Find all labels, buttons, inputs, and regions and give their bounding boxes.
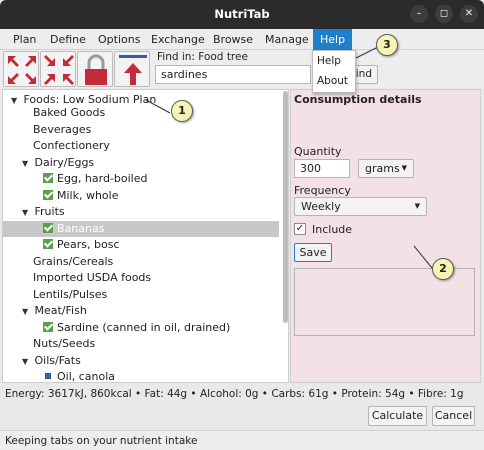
unit-select[interactable]: grams ▼ [358, 159, 414, 178]
include-checkbox[interactable]: ✓ [294, 223, 306, 235]
cancel-button[interactable]: Cancel [432, 406, 475, 426]
tree-item-label: Meat/Fish [34, 304, 87, 317]
tree-item-label: Milk, whole [57, 189, 119, 202]
unit-value: grams [365, 162, 400, 175]
lock-button[interactable] [77, 51, 113, 87]
menu-options[interactable]: Options [91, 29, 147, 50]
tree-item-label: Bananas [57, 222, 105, 235]
move-to-top-button[interactable] [114, 51, 150, 87]
consumption-details-panel: Consumption details Quantity 300 grams ▼ … [290, 89, 481, 383]
tree-item-label: Nuts/Seeds [33, 337, 96, 350]
tree-item[interactable]: ▼ Oils/Fats [22, 353, 81, 369]
unchecked-square-icon [45, 373, 51, 379]
close-button[interactable]: ✕ [460, 5, 478, 23]
expanded-triangle-icon[interactable]: ▼ [11, 93, 20, 109]
tree-item[interactable]: Imported USDA foods [33, 270, 151, 286]
tree-item-selected[interactable]: Bananas [3, 221, 279, 237]
tree-item[interactable]: Confectionery [33, 138, 110, 154]
menu-plan[interactable]: Plan [6, 29, 43, 50]
menu-item-about[interactable]: About [313, 71, 355, 91]
tree-item-label: Baked Goods [33, 106, 106, 119]
menu-exchange[interactable]: Exchange [144, 29, 212, 50]
tree-item[interactable]: ▼ Meat/Fish [22, 303, 87, 319]
callout-2: 2 [432, 258, 454, 280]
food-tree[interactable]: ▼ Foods: Low Sodium Plan Baked Goods Bev… [2, 89, 289, 383]
tree-item[interactable]: Milk, whole [43, 188, 119, 204]
tree-item[interactable]: Oil, canola [43, 369, 116, 383]
menu-help[interactable]: Help [313, 29, 353, 50]
menu-define[interactable]: Define [43, 29, 93, 50]
frequency-label: Frequency [294, 184, 351, 197]
menu-item-help[interactable]: Help [313, 51, 355, 71]
scrollbar-thumb[interactable] [283, 91, 288, 323]
expanded-triangle-icon[interactable]: ▼ [22, 304, 31, 320]
find-input[interactable]: sardines [155, 65, 311, 84]
collapse-arrows-icon [8, 56, 36, 84]
callout-3: 3 [376, 34, 398, 56]
expand-arrows-icon [44, 55, 74, 85]
expand-all-button[interactable] [40, 51, 76, 87]
details-title: Consumption details [294, 93, 422, 106]
tree-item-label: Oils/Fats [34, 354, 81, 367]
quantity-input[interactable]: 300 [294, 159, 350, 178]
include-label: Include [312, 223, 353, 236]
dropdown-arrow-icon: ▼ [401, 164, 407, 172]
tree-item[interactable]: Sardine (canned in oil, drained) [43, 320, 230, 336]
expanded-triangle-icon[interactable]: ▼ [22, 354, 31, 370]
tree-item-label: Beverages [33, 123, 92, 136]
menu-bar: Plan Define Options Exchange Browse Mana… [0, 29, 484, 50]
nutrient-summary: Energy: 3617kJ, 860kcal • Fat: 44g • Alc… [5, 388, 464, 400]
save-button[interactable]: Save [294, 243, 332, 262]
checkmark-icon: ✓ [295, 223, 305, 234]
tree-scrollbar[interactable] [282, 89, 289, 383]
collapse-all-button[interactable] [3, 51, 39, 87]
tree-item[interactable]: Egg, hard-boiled [43, 171, 147, 187]
tree-item-label: Oil, canola [57, 370, 116, 383]
tree-item-label: Fruits [34, 205, 65, 218]
callout-1: 1 [171, 100, 193, 122]
checkmark-icon [43, 223, 53, 233]
toolbar: Find in: Food tree sardines Find [0, 50, 484, 88]
tree-item-label: Egg, hard-boiled [57, 172, 148, 185]
help-menu-dropdown: Help About [312, 50, 356, 93]
expanded-triangle-icon[interactable]: ▼ [22, 156, 31, 172]
quantity-label: Quantity [294, 145, 342, 158]
tree-item-label: Sardine (canned in oil, drained) [57, 321, 231, 334]
tree-item[interactable]: Baked Goods [33, 105, 105, 121]
status-text: Keeping tabs on your nutrient intake [5, 435, 198, 447]
tree-item[interactable]: ▼ Dairy/Eggs [22, 155, 94, 171]
checkmark-icon [43, 322, 53, 332]
minimize-button[interactable]: – [410, 5, 428, 23]
tree-item-label: Pears, bosc [57, 238, 120, 251]
frequency-select[interactable]: Weekly ▼ [294, 197, 427, 216]
dropdown-arrow-icon: ▼ [414, 202, 420, 210]
menu-browse[interactable]: Browse [206, 29, 260, 50]
calculate-button[interactable]: Calculate [368, 406, 427, 426]
tree-item[interactable]: Beverages [33, 122, 91, 138]
lock-icon [85, 54, 107, 85]
checkmark-icon [43, 239, 53, 249]
status-bar: Keeping tabs on your nutrient intake [0, 430, 484, 450]
tree-item[interactable]: Grains/Cereals [33, 254, 113, 270]
checkmark-icon [43, 173, 53, 183]
move-to-top-icon [119, 55, 147, 85]
tree-item[interactable]: Lentils/Pulses [33, 287, 107, 303]
checkmark-icon [43, 190, 53, 200]
find-label: Find in: Food tree [157, 51, 248, 63]
tree-item-label: Dairy/Eggs [34, 156, 95, 169]
tree-item-label: Lentils/Pulses [33, 288, 108, 301]
frequency-value: Weekly [301, 200, 341, 213]
tree-item-label: Imported USDA foods [33, 271, 152, 284]
maximize-button[interactable]: ◻ [435, 5, 453, 23]
menu-manage[interactable]: Manage [258, 29, 316, 50]
tree-item-label: Confectionery [33, 139, 110, 152]
tree-item[interactable]: Nuts/Seeds [33, 336, 95, 352]
tree-item[interactable]: Pears, bosc [43, 237, 120, 253]
tree-item[interactable]: ▼ Fruits [22, 204, 65, 220]
expanded-triangle-icon[interactable]: ▼ [22, 205, 31, 221]
tree-item-label: Grains/Cereals [33, 255, 114, 268]
title-bar: NutriTab – ◻ ✕ [0, 0, 484, 29]
